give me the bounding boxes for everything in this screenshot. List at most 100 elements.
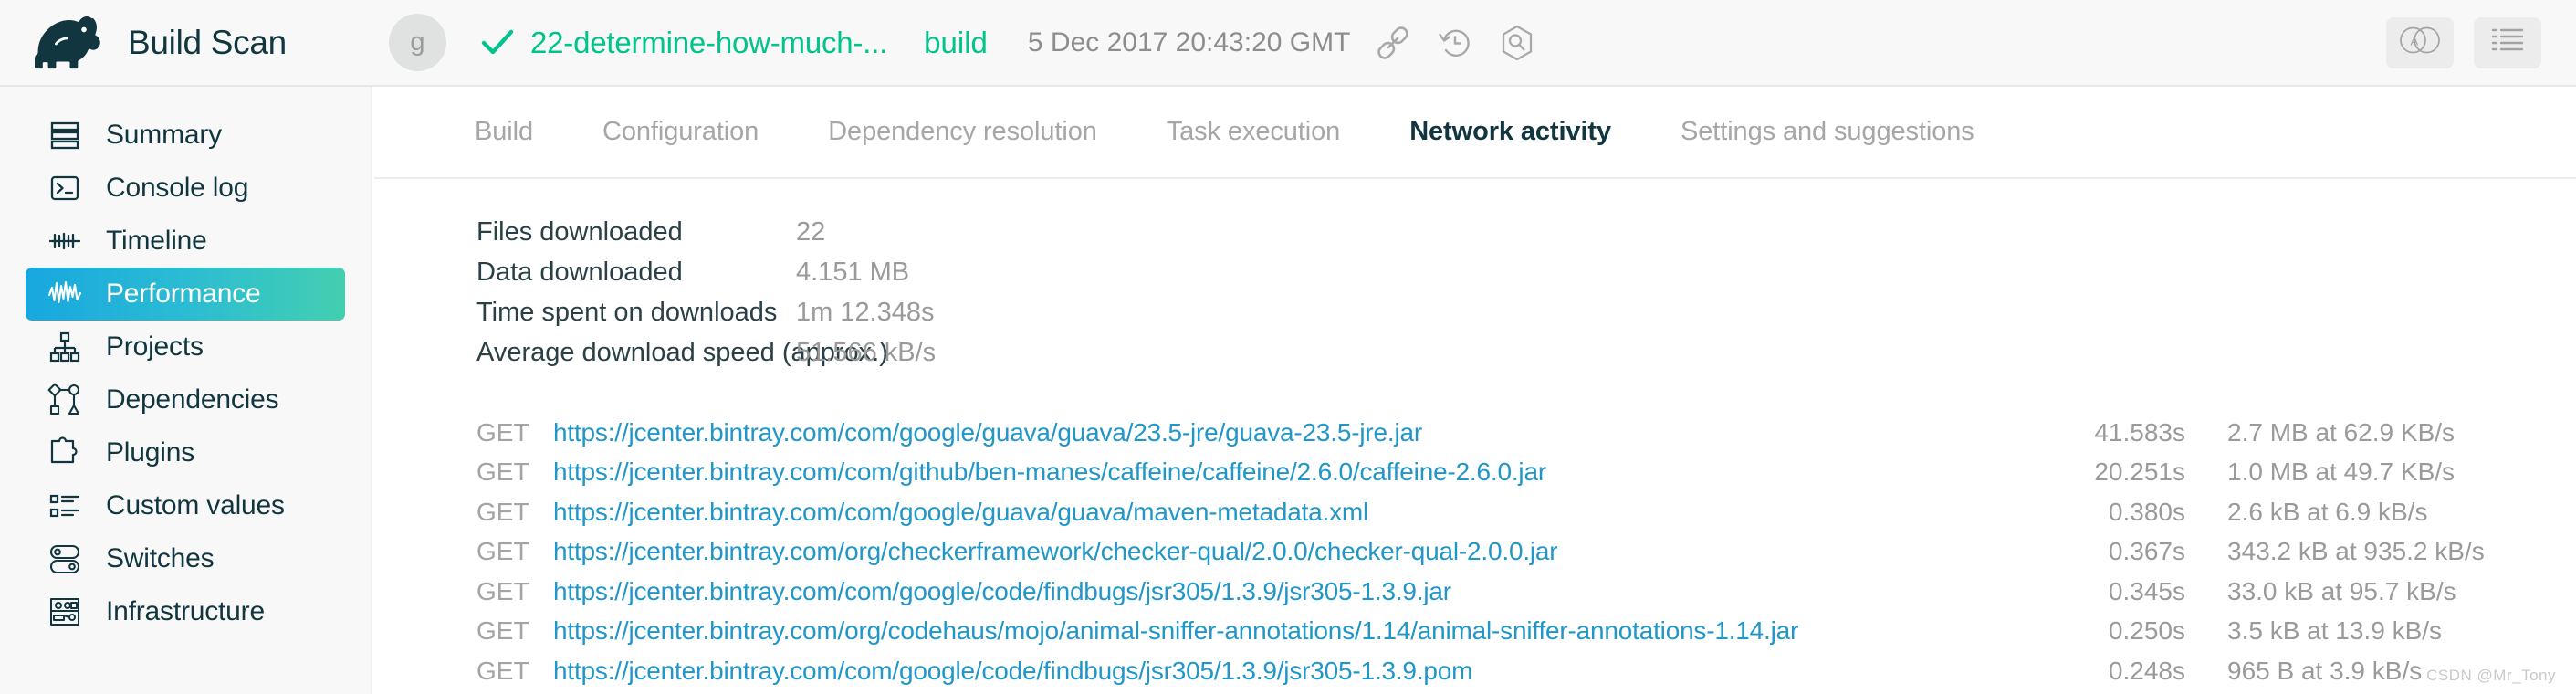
table-row[interactable]: GET https://jcenter.bintray.com/org/chec… <box>476 532 2532 573</box>
sidebar-item-projects[interactable]: Projects <box>26 321 345 373</box>
request-url[interactable]: https://jcenter.bintray.com/com/google/c… <box>553 577 2003 606</box>
infrastructure-icon <box>46 593 84 631</box>
request-duration: 0.248s <box>2108 656 2185 685</box>
request-duration: 0.367s <box>2108 537 2185 566</box>
switches-icon <box>46 540 84 578</box>
stat-value: 22 <box>796 216 826 247</box>
request-size: 2.7 MB at 62.9 KB/s <box>2227 417 2456 447</box>
request-url[interactable]: https://jcenter.bintray.com/org/checkerf… <box>553 537 2003 566</box>
stat-row: Time spent on downloads 1m 12.348s <box>476 292 2576 332</box>
downloads-table: GET https://jcenter.bintray.com/com/goog… <box>374 413 2576 694</box>
stat-row: Files downloaded 22 <box>476 212 2576 252</box>
tab-settings-and-suggestions[interactable]: Settings and suggestions <box>1681 117 1974 147</box>
request-duration: 0.380s <box>2108 497 2185 526</box>
request-method: GET <box>476 537 529 566</box>
sidebar-item-label: Dependencies <box>106 384 279 415</box>
venn-a-icon: A <box>2396 25 2444 60</box>
stat-value: 51.566 kB/s <box>796 337 937 367</box>
custom-values-icon <box>46 487 84 525</box>
main-content: Build Configuration Dependency resolutio… <box>374 87 2576 694</box>
tab-bar: Build Configuration Dependency resolutio… <box>374 87 2576 179</box>
gradle-elephant-logo <box>35 16 104 69</box>
search-hex-icon[interactable] <box>1498 24 1536 62</box>
table-row[interactable]: GET https://jcenter.bintray.com/com/goog… <box>476 492 2532 532</box>
sidebar-item-plugins[interactable]: Plugins <box>26 426 345 479</box>
request-size: 2.6 kB at 6.9 kB/s <box>2227 497 2428 526</box>
sidebar: Summary Console log Timeline Performance… <box>0 87 372 694</box>
summary-icon <box>46 116 84 154</box>
list-icon <box>2489 25 2526 60</box>
network-stats: Files downloaded 22 Data downloaded 4.15… <box>374 212 2576 373</box>
projects-icon <box>46 328 84 366</box>
request-method: GET <box>476 616 529 646</box>
sidebar-item-label: Switches <box>106 543 215 573</box>
build-scan-app: Build Scan g 22-determine-how-much-... b… <box>0 0 2576 694</box>
request-duration: 0.345s <box>2108 576 2185 605</box>
request-url[interactable]: https://jcenter.bintray.com/com/github/b… <box>553 457 2003 487</box>
request-size: 1.0 MB at 49.7 KB/s <box>2227 457 2456 487</box>
stat-value: 4.151 MB <box>796 257 910 287</box>
table-row[interactable]: GET https://jcenter.bintray.com/org/code… <box>476 612 2532 652</box>
sidebar-item-console-log[interactable]: Console log <box>26 162 345 215</box>
request-url[interactable]: https://jcenter.bintray.com/com/google/g… <box>553 418 2003 447</box>
app-header: Build Scan g 22-determine-how-much-... b… <box>0 0 2576 87</box>
request-url[interactable]: https://jcenter.bintray.com/org/codehaus… <box>553 616 2003 646</box>
sidebar-item-label: Timeline <box>106 226 207 256</box>
sidebar-item-label: Performance <box>106 279 261 309</box>
stat-label: Files downloaded <box>476 216 683 247</box>
request-duration: 20.251s <box>2094 457 2185 487</box>
sidebar-item-label: Console log <box>106 173 249 203</box>
stat-label: Time spent on downloads <box>476 297 778 327</box>
table-row[interactable]: GET https://jcenter.bintray.com/com/gith… <box>476 453 2532 493</box>
sidebar-item-label: Plugins <box>106 437 194 468</box>
console-icon <box>46 169 84 207</box>
sidebar-item-custom-values[interactable]: Custom values <box>26 479 345 532</box>
performance-icon <box>46 275 84 313</box>
stat-row: Data downloaded 4.151 MB <box>476 252 2576 292</box>
table-row[interactable]: GET https://jcenter.bintray.com/com/goog… <box>476 572 2532 612</box>
link-icon[interactable] <box>1374 24 1412 62</box>
sidebar-item-label: Projects <box>106 331 204 362</box>
request-size: 33.0 kB at 95.7 kB/s <box>2227 576 2456 605</box>
request-url[interactable]: https://jcenter.bintray.com/com/google/c… <box>553 657 2003 686</box>
request-method: GET <box>476 417 529 447</box>
sidebar-item-switches[interactable]: Switches <box>26 532 345 585</box>
history-icon[interactable] <box>1436 24 1474 62</box>
sidebar-item-infrastructure[interactable]: Infrastructure <box>26 585 345 638</box>
request-url[interactable]: https://jcenter.bintray.com/com/google/g… <box>553 498 2003 527</box>
tab-network-activity[interactable]: Network activity <box>1409 117 1611 147</box>
table-row[interactable]: GET https://jcenter.bintray.com/com/goog… <box>476 691 2532 694</box>
brand[interactable]: Build Scan <box>0 16 372 69</box>
sidebar-item-summary[interactable]: Summary <box>26 109 345 162</box>
sidebar-item-performance[interactable]: Performance <box>26 268 345 321</box>
stat-value: 1m 12.348s <box>796 297 935 327</box>
sidebar-item-label: Summary <box>106 120 222 150</box>
tab-dependency-resolution[interactable]: Dependency resolution <box>828 117 1097 147</box>
request-duration: 41.583s <box>2094 417 2185 447</box>
tab-task-execution[interactable]: Task execution <box>1167 117 1341 147</box>
request-duration: 0.250s <box>2108 616 2185 646</box>
sidebar-item-timeline[interactable]: Timeline <box>26 215 345 268</box>
table-row[interactable]: GET https://jcenter.bintray.com/com/goog… <box>476 651 2532 691</box>
compare-venn-button[interactable]: A <box>2386 16 2454 68</box>
dependencies-icon <box>46 381 84 419</box>
sidebar-item-label: Custom values <box>106 490 285 520</box>
task-name[interactable]: build <box>924 26 988 60</box>
list-menu-button[interactable] <box>2474 16 2541 68</box>
branch-name[interactable]: 22-determine-how-much-... <box>530 26 887 60</box>
request-size: 343.2 kB at 935.2 kB/s <box>2227 537 2485 566</box>
tab-build[interactable]: Build <box>475 117 533 147</box>
table-row[interactable]: GET https://jcenter.bintray.com/com/goog… <box>476 413 2532 453</box>
request-method: GET <box>476 656 529 685</box>
avatar[interactable]: g <box>389 14 446 71</box>
tab-configuration[interactable]: Configuration <box>602 117 759 147</box>
stat-label: Data downloaded <box>476 257 683 287</box>
timeline-icon <box>46 222 84 260</box>
plugins-icon <box>46 434 84 472</box>
sidebar-item-dependencies[interactable]: Dependencies <box>26 373 345 426</box>
watermark: CSDN @Mr_Tony <box>2426 667 2556 684</box>
sidebar-item-label: Infrastructure <box>106 596 265 626</box>
header-center: g 22-determine-how-much-... build 5 Dec … <box>372 14 2386 71</box>
build-timestamp: 5 Dec 2017 20:43:20 GMT <box>1027 26 1351 58</box>
stat-row: Average download speed (approx.) 51.566 … <box>476 332 2576 373</box>
